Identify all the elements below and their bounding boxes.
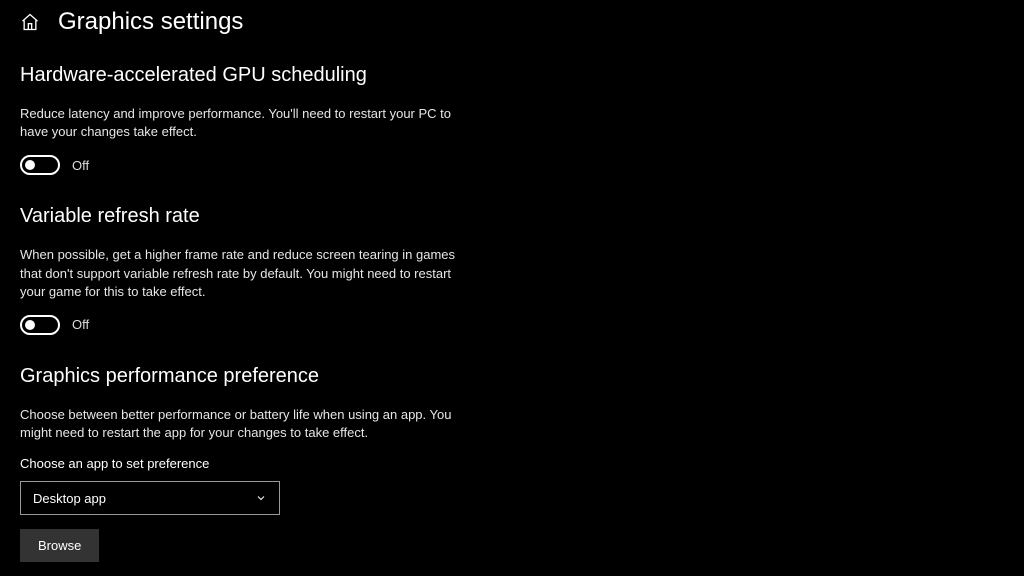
browse-button[interactable]: Browse (20, 529, 99, 562)
gpu-scheduling-desc: Reduce latency and improve performance. … (20, 105, 460, 141)
vrr-desc: When possible, get a higher frame rate a… (20, 246, 460, 301)
app-type-dropdown[interactable]: Desktop app (20, 481, 280, 515)
page-title: Graphics settings (58, 8, 243, 36)
vrr-toggle[interactable] (20, 315, 60, 335)
gpu-scheduling-heading: Hardware-accelerated GPU scheduling (20, 64, 1004, 87)
gpu-scheduling-toggle[interactable] (20, 155, 60, 175)
vrr-toggle-label: Off (72, 317, 89, 332)
page-header: Graphics settings (20, 0, 1004, 36)
toggle-knob-icon (25, 320, 35, 330)
section-gpu-scheduling: Hardware-accelerated GPU scheduling Redu… (20, 64, 1004, 175)
perf-desc: Choose between better performance or bat… (20, 406, 460, 442)
dropdown-selected-text: Desktop app (33, 491, 106, 506)
toggle-knob-icon (25, 160, 35, 170)
section-variable-refresh: Variable refresh rate When possible, get… (20, 205, 1004, 335)
section-performance-preference: Graphics performance preference Choose b… (20, 365, 1004, 562)
vrr-heading: Variable refresh rate (20, 205, 1004, 228)
gpu-scheduling-toggle-label: Off (72, 158, 89, 173)
perf-heading: Graphics performance preference (20, 365, 1004, 388)
vrr-toggle-row: Off (20, 315, 1004, 335)
choose-app-label: Choose an app to set preference (20, 456, 1004, 471)
gpu-scheduling-toggle-row: Off (20, 155, 1004, 175)
home-icon[interactable] (20, 12, 40, 32)
chevron-down-icon (255, 492, 267, 504)
